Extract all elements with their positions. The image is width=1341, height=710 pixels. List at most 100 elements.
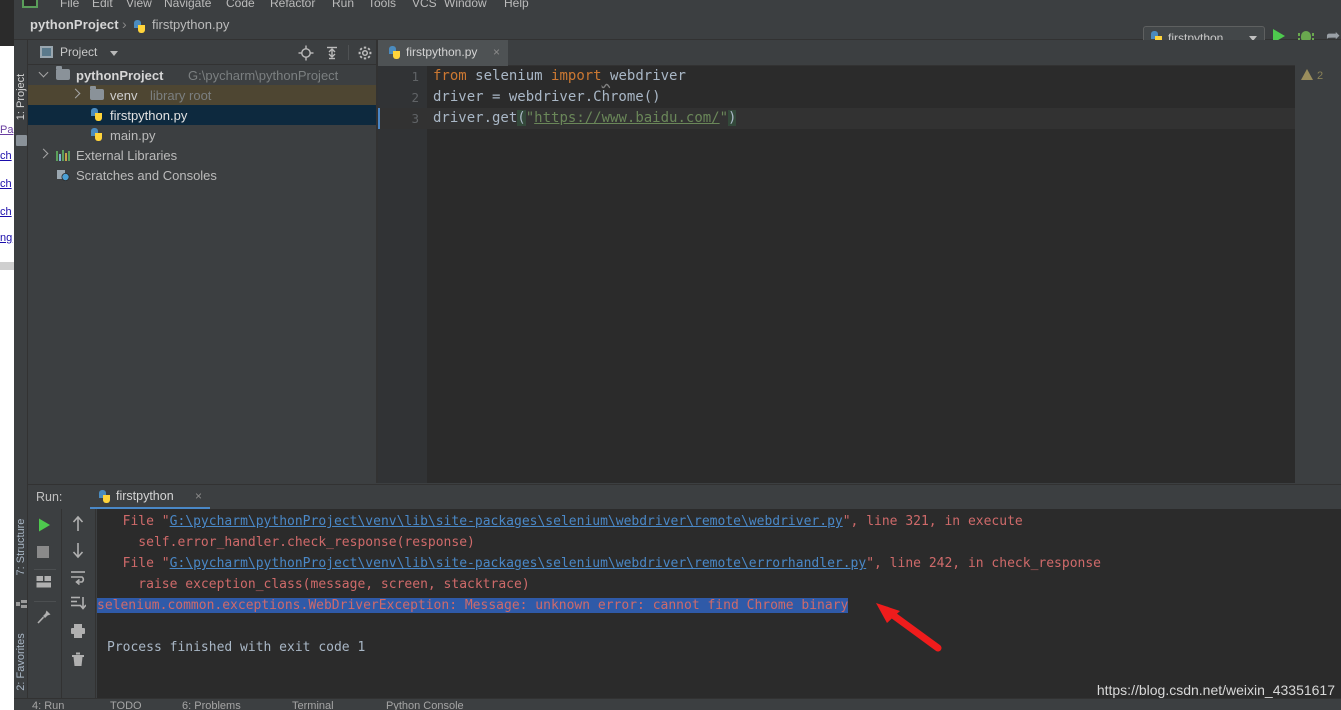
collapse-all-icon[interactable] <box>324 45 340 61</box>
soft-wrap-icon[interactable] <box>70 569 88 587</box>
menu-item-view[interactable]: View <box>126 0 152 10</box>
code-token: driver.get <box>433 110 518 126</box>
menu-item-navigate[interactable]: Navigate <box>164 0 211 10</box>
scratches-icon <box>56 169 70 181</box>
console-line: raise exception_class(message, screen, s… <box>107 574 529 595</box>
sidebar-tab-favorites[interactable]: 2: Favorites <box>15 632 29 692</box>
menu-item-vcs[interactable]: VCS <box>412 0 437 10</box>
folder-icon <box>56 66 70 80</box>
print-icon[interactable] <box>70 623 88 641</box>
chevron-down-icon[interactable] <box>110 51 118 56</box>
caret-line-marker <box>378 108 380 129</box>
tree-row-venv[interactable]: venv library root <box>28 85 376 105</box>
menu-item-help[interactable]: Help <box>504 0 529 10</box>
editor-right-gutter[interactable]: 2 <box>1295 40 1341 483</box>
sidebar-tab-project[interactable]: 1: Project <box>15 67 29 127</box>
sidebar-tab-structure[interactable]: 7: Structure <box>15 517 29 577</box>
up-stack-icon[interactable] <box>70 515 88 533</box>
breadcrumb-project[interactable]: pythonProject <box>30 17 119 32</box>
code-token: from <box>433 68 467 84</box>
browser-link-fragment: ch <box>0 178 12 190</box>
toolbar-divider <box>348 45 349 60</box>
close-icon[interactable]: × <box>493 45 500 59</box>
code-line-3[interactable]: driver.get("https://www.baidu.com/") <box>433 108 737 129</box>
console-line: File "G:\pycharm\pythonProject\venv\lib\… <box>107 553 1101 574</box>
code-token: driver = webdriver.Chrome() <box>433 89 661 105</box>
console-text: File " <box>107 514 170 529</box>
console-text: File " <box>107 556 170 571</box>
python-file-icon <box>90 128 103 142</box>
code-url-token[interactable]: https://www.baidu.com/ <box>534 110 719 126</box>
tree-row-scratches[interactable]: Scratches and Consoles <box>28 165 376 185</box>
menu-bar[interactable]: File Edit View Navigate Code Refactor Ru… <box>14 0 1341 12</box>
status-item-problems[interactable]: 6: Problems <box>182 700 241 710</box>
console-output[interactable]: File "G:\pycharm\pythonProject\venv\lib\… <box>97 509 1341 699</box>
code-token: " <box>525 110 535 126</box>
tree-label: Scratches and Consoles <box>76 168 217 183</box>
editor-area: firstpython.py × 1 2 3 from selenium imp… <box>378 40 1341 483</box>
console-text: ", line 321, in execute <box>842 514 1023 529</box>
pin-icon[interactable] <box>36 609 54 627</box>
chevron-right-icon[interactable] <box>70 88 81 99</box>
tree-row-python-project[interactable]: pythonProject G:\pycharm\pythonProject <box>28 65 376 85</box>
caret-line-gutter-highlight <box>378 108 427 129</box>
status-item-python-console[interactable]: Python Console <box>386 700 464 710</box>
browser-divider <box>0 262 14 270</box>
watermark-url: https://blog.csdn.net/weixin_43351617 <box>1096 682 1335 698</box>
rerun-icon[interactable] <box>36 517 54 535</box>
menu-item-refactor[interactable]: Refactor <box>270 0 315 10</box>
tree-label: firstpython.py <box>110 108 188 123</box>
tree-label: main.py <box>110 128 156 143</box>
code-line-1[interactable]: from selenium import webdriver <box>433 66 686 87</box>
tree-row-main[interactable]: main.py <box>28 125 376 145</box>
status-item-terminal[interactable]: Terminal <box>292 700 334 710</box>
folder-icon <box>16 135 27 146</box>
pycharm-window: ch ch ch ng Pa File Edit View Navigate C… <box>0 0 1341 710</box>
console-text: ", line 242, in check_response <box>866 556 1102 571</box>
restore-layout-icon[interactable] <box>36 575 54 593</box>
editor-tab-firstpython[interactable]: firstpython.py × <box>378 40 508 66</box>
run-tab-firstpython[interactable]: firstpython × <box>90 485 210 509</box>
tree-row-firstpython[interactable]: firstpython.py <box>28 105 376 125</box>
status-item-run[interactable]: 4: Run <box>32 700 64 710</box>
locate-icon[interactable] <box>298 45 314 61</box>
menu-item-code[interactable]: Code <box>226 0 255 10</box>
chevron-down-icon[interactable] <box>38 67 49 78</box>
clear-all-icon[interactable] <box>70 651 88 669</box>
breadcrumb-file[interactable]: firstpython.py <box>152 17 229 32</box>
console-text: Process finished with exit code 1 <box>107 640 366 655</box>
toolbar-divider <box>34 601 56 602</box>
project-panel-header: Project <box>28 40 396 65</box>
tree-sublabel: library root <box>150 88 212 103</box>
menu-item-file[interactable]: File <box>60 0 79 10</box>
browser-link-fragment: ng <box>0 232 13 244</box>
chevron-right-icon[interactable] <box>38 148 49 159</box>
breadcrumb-separator-icon: › <box>122 16 127 32</box>
browser-link-fragment: Pa <box>0 124 14 136</box>
down-stack-icon[interactable] <box>70 541 88 559</box>
warning-triangle-icon[interactable] <box>1301 69 1313 80</box>
scroll-to-end-icon[interactable] <box>70 595 88 613</box>
code-editor[interactable]: from selenium import webdriver driver = … <box>427 66 1341 483</box>
console-line: File "G:\pycharm\pythonProject\venv\lib\… <box>107 511 1023 532</box>
gear-icon[interactable] <box>357 45 373 61</box>
console-file-link[interactable]: G:\pycharm\pythonProject\venv\lib\site-p… <box>170 514 843 529</box>
console-file-link[interactable]: G:\pycharm\pythonProject\venv\lib\site-p… <box>170 556 867 571</box>
code-token: ( <box>517 110 526 126</box>
tree-row-external-libraries[interactable]: External Libraries <box>28 145 376 165</box>
stop-icon[interactable] <box>36 545 54 563</box>
menu-item-window[interactable]: Window <box>444 0 487 10</box>
project-tree[interactable]: pythonProject G:\pycharm\pythonProject v… <box>28 65 376 483</box>
close-icon[interactable]: × <box>195 489 202 503</box>
code-line-2[interactable]: driver = webdriver.Chrome() <box>433 87 661 108</box>
menu-item-run[interactable]: Run <box>332 0 354 10</box>
line-number: 3 <box>411 111 419 126</box>
python-file-icon <box>90 108 103 122</box>
menu-item-edit[interactable]: Edit <box>92 0 113 10</box>
console-exception-text[interactable]: selenium.common.exceptions.WebDriverExce… <box>97 598 849 613</box>
status-item-todo[interactable]: TODO <box>110 700 142 710</box>
editor-gutter[interactable]: 1 2 3 <box>378 66 427 483</box>
browser-link-fragment: ch <box>0 150 12 162</box>
run-tool-window: Run: firstpython × File "G:\pycharm\pyth… <box>28 484 1341 699</box>
menu-item-tools[interactable]: Tools <box>368 0 396 10</box>
